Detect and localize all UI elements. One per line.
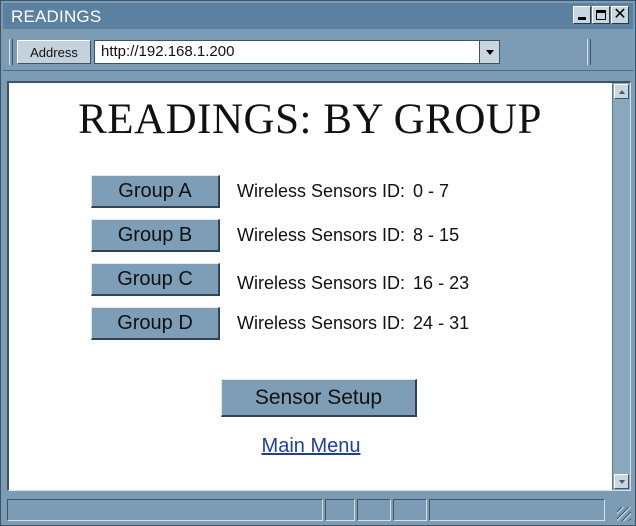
scroll-down-button[interactable] — [614, 474, 629, 489]
vertical-scrollbar[interactable] — [612, 83, 630, 490]
address-label: Address — [17, 40, 91, 64]
close-icon: ✕ — [613, 6, 627, 23]
group-c-ids: 16 - 23 — [413, 273, 470, 293]
group-b-button[interactable]: Group B — [91, 219, 220, 252]
group-c-button[interactable]: Group C — [91, 263, 220, 296]
status-pane-main — [7, 499, 323, 521]
page-content: READINGS: BY GROUP Group A Wireless Sens… — [9, 83, 613, 490]
minimize-button[interactable] — [573, 6, 591, 24]
status-pane-2 — [357, 499, 391, 521]
group-c-label: Wireless Sensors ID: — [237, 273, 406, 293]
title-bar[interactable]: READINGS ✕ — [3, 3, 633, 29]
toolbar-grip-right[interactable] — [587, 39, 591, 65]
group-d-label: Wireless Sensors ID: — [237, 313, 406, 333]
address-toolbar: Address http://192.168.1.200 — [3, 31, 633, 71]
status-pane-1 — [325, 499, 355, 521]
group-a-ids: 0 - 7 — [413, 181, 450, 201]
status-pane-3 — [393, 499, 427, 521]
sensor-setup-button[interactable]: Sensor Setup — [221, 379, 417, 417]
window-title: READINGS — [11, 7, 102, 26]
minimize-icon — [578, 17, 586, 20]
address-dropdown-button[interactable] — [479, 41, 499, 63]
content-frame: READINGS: BY GROUP Group A Wireless Sens… — [7, 81, 631, 491]
group-b-description: Wireless Sensors ID: 8 - 15 — [237, 225, 459, 246]
maximize-icon — [596, 10, 606, 20]
chevron-down-icon — [485, 49, 494, 55]
main-menu-link[interactable]: Main Menu — [9, 435, 613, 458]
page-title: READINGS: BY GROUP — [78, 96, 542, 143]
address-url: http://192.168.1.200 — [101, 43, 235, 60]
group-d-ids: 24 - 31 — [413, 313, 470, 333]
group-b-label: Wireless Sensors ID: — [237, 225, 406, 245]
group-a-button[interactable]: Group A — [91, 175, 220, 208]
resize-grip-icon[interactable] — [617, 507, 631, 521]
group-b-ids: 8 - 15 — [413, 225, 460, 245]
address-input[interactable]: http://192.168.1.200 — [94, 40, 500, 64]
group-c-description: Wireless Sensors ID: 16 - 23 — [237, 273, 469, 294]
scroll-down-icon — [618, 479, 625, 484]
toolbar-grip[interactable] — [9, 39, 13, 65]
browser-window: READINGS ✕ Address http://192.168.1.200 … — [0, 0, 636, 526]
group-d-description: Wireless Sensors ID: 24 - 31 — [237, 313, 469, 334]
close-button[interactable]: ✕ — [611, 6, 629, 24]
window-controls: ✕ — [572, 6, 629, 24]
group-d-button[interactable]: Group D — [91, 307, 220, 340]
group-a-description: Wireless Sensors ID: 0 - 7 — [237, 181, 449, 202]
maximize-button[interactable] — [592, 6, 610, 24]
group-a-label: Wireless Sensors ID: — [237, 181, 406, 201]
status-bar — [3, 497, 633, 523]
scroll-up-button[interactable] — [614, 84, 629, 99]
status-pane-zone — [429, 499, 605, 521]
scroll-up-icon — [618, 89, 625, 94]
